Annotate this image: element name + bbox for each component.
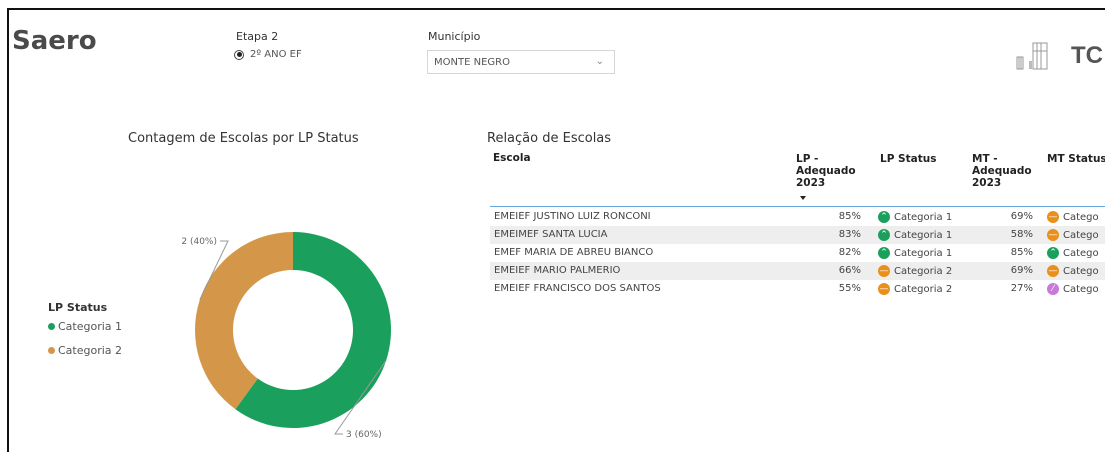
column-header-mt-adequado[interactable]: MT - Adequado 2023 xyxy=(972,153,1032,189)
mt-status-label: Catego xyxy=(1063,229,1099,241)
sort-descending-icon[interactable] xyxy=(800,196,806,200)
etapa-option-label: 2º ANO EF xyxy=(250,49,302,60)
cell-mt-adequado: 69% xyxy=(1010,211,1033,222)
lp-status-label: Categoria 1 xyxy=(894,211,953,223)
cell-mt-status: — Catego xyxy=(1047,229,1099,241)
lp-status-icon: ⌃ xyxy=(878,247,890,259)
chevron-down-icon: ⌄ xyxy=(595,56,604,67)
municipio-selected-value: MONTE NEGRO xyxy=(434,56,510,68)
cell-lp-status: ⌃ Categoria 1 xyxy=(878,229,952,241)
cell-mt-adequado: 85% xyxy=(1010,247,1033,258)
cell-mt-adequado: 58% xyxy=(1010,229,1033,240)
data-label: 2 (40%) xyxy=(181,237,217,247)
header-line: 2023 xyxy=(972,177,1002,189)
cell-mt-status: ⁄ Catego xyxy=(1047,283,1099,295)
tce-logo: TC xyxy=(1016,42,1103,70)
cell-escola: EMEIEF JUSTINO LUIZ RONCONI xyxy=(494,211,651,222)
lp-status-icon: ⌃ xyxy=(878,211,890,223)
cell-escola: EMEIMEF SANTA LUCIA xyxy=(494,229,608,240)
table-title: Relação de Escolas xyxy=(487,131,612,146)
lp-status-label: Categoria 2 xyxy=(894,265,953,277)
donut-slice-categoria-2[interactable] xyxy=(195,232,293,410)
cell-lp-adequado: 85% xyxy=(838,211,861,222)
legend-label: Categoria 1 xyxy=(58,320,123,333)
lp-status-label: Categoria 1 xyxy=(894,247,953,259)
column-header-mt-status[interactable]: MT Status xyxy=(1047,153,1105,165)
lp-status-icon: — xyxy=(878,283,890,295)
legend-item-categoria-2[interactable]: Categoria 2 xyxy=(48,344,122,357)
etapa-slicer-title: Etapa 2 xyxy=(236,30,279,43)
mt-status-label: Catego xyxy=(1063,283,1099,295)
lp-status-label: Categoria 2 xyxy=(894,283,953,295)
cell-mt-status: — Catego xyxy=(1047,211,1099,223)
data-label: 3 (60%) xyxy=(346,430,382,440)
mt-status-label: Catego xyxy=(1063,247,1099,259)
mt-status-icon: — xyxy=(1047,229,1059,241)
header-line: LP - xyxy=(796,153,819,165)
mt-status-icon: ⌃ xyxy=(1047,247,1059,259)
lp-status-label: Categoria 1 xyxy=(894,229,953,241)
cell-escola: EMEIEF FRANCISCO DOS SANTOS xyxy=(494,283,661,294)
mt-status-label: Catego xyxy=(1063,265,1099,277)
logo-text: TC xyxy=(1071,42,1103,69)
cell-mt-adequado: 69% xyxy=(1010,265,1033,276)
mt-status-label: Catego xyxy=(1063,211,1099,223)
cell-escola: EMEIEF MARIO PALMERIO xyxy=(494,265,621,276)
lp-status-icon: ⌃ xyxy=(878,229,890,241)
table-row[interactable]: EMEIEF FRANCISCO DOS SANTOS 55% — Categoria… xyxy=(490,280,1105,298)
cell-lp-adequado: 83% xyxy=(838,229,861,240)
lp-status-icon: — xyxy=(878,265,890,277)
cell-lp-status: — Categoria 2 xyxy=(878,265,952,277)
municipio-dropdown[interactable]: MONTE NEGRO ⌄ xyxy=(427,50,615,74)
cell-lp-status: ⌃ Categoria 1 xyxy=(878,211,952,223)
legend-label: Categoria 2 xyxy=(58,344,123,357)
legend-marker xyxy=(48,347,55,354)
legend-title: LP Status xyxy=(48,301,108,314)
table-header-divider xyxy=(490,206,1105,207)
etapa-radio-option[interactable]: 2º ANO EF xyxy=(234,49,302,60)
cell-mt-status: ⌃ Catego xyxy=(1047,247,1099,259)
table-row[interactable]: EMEIMEF SANTA LUCIA 83% ⌃ Categoria 1 58% — Ca… xyxy=(490,226,1105,244)
cell-lp-adequado: 66% xyxy=(838,265,861,276)
header-line: Adequado xyxy=(972,165,1032,177)
table-row[interactable]: EMEIEF JUSTINO LUIZ RONCONI 85% ⌃ Categoria… xyxy=(490,208,1105,226)
table-row[interactable]: EMEIEF MARIO PALMERIO 66% — Categoria 2 69% —… xyxy=(490,262,1105,280)
mt-status-icon: — xyxy=(1047,265,1059,277)
header-line: Adequado xyxy=(796,165,856,177)
mt-status-icon: — xyxy=(1047,211,1059,223)
legend-item-categoria-1[interactable]: Categoria 1 xyxy=(48,320,122,333)
page-title: Saero xyxy=(12,26,97,56)
cell-lp-adequado: 82% xyxy=(838,247,861,258)
column-header-lp-adequado[interactable]: LP - Adequado 2023 xyxy=(796,153,856,189)
column-header-lp-status[interactable]: LP Status xyxy=(880,153,936,165)
municipio-slicer-title: Município xyxy=(428,30,481,43)
donut-chart[interactable]: 3 (60%) 2 (40%) xyxy=(160,215,400,450)
cell-mt-status: — Catego xyxy=(1047,265,1099,277)
cell-mt-adequado: 27% xyxy=(1010,283,1033,294)
header-line: 2023 xyxy=(796,177,826,189)
cell-lp-adequado: 55% xyxy=(838,283,861,294)
legend-marker xyxy=(48,323,55,330)
mt-status-icon: ⁄ xyxy=(1047,283,1059,295)
cell-lp-status: — Categoria 2 xyxy=(878,283,952,295)
chart-title: Contagem de Escolas por LP Status xyxy=(128,131,359,146)
table-row[interactable]: EMEF MARIA DE ABREU BIANCO 82% ⌃ Categoria … xyxy=(490,244,1105,262)
cell-escola: EMEF MARIA DE ABREU BIANCO xyxy=(494,247,654,258)
header-line: MT - xyxy=(972,153,998,165)
radio-selected-icon[interactable] xyxy=(234,49,244,60)
column-header-escola[interactable]: Escola xyxy=(493,152,531,164)
cell-lp-status: ⌃ Categoria 1 xyxy=(878,247,952,259)
